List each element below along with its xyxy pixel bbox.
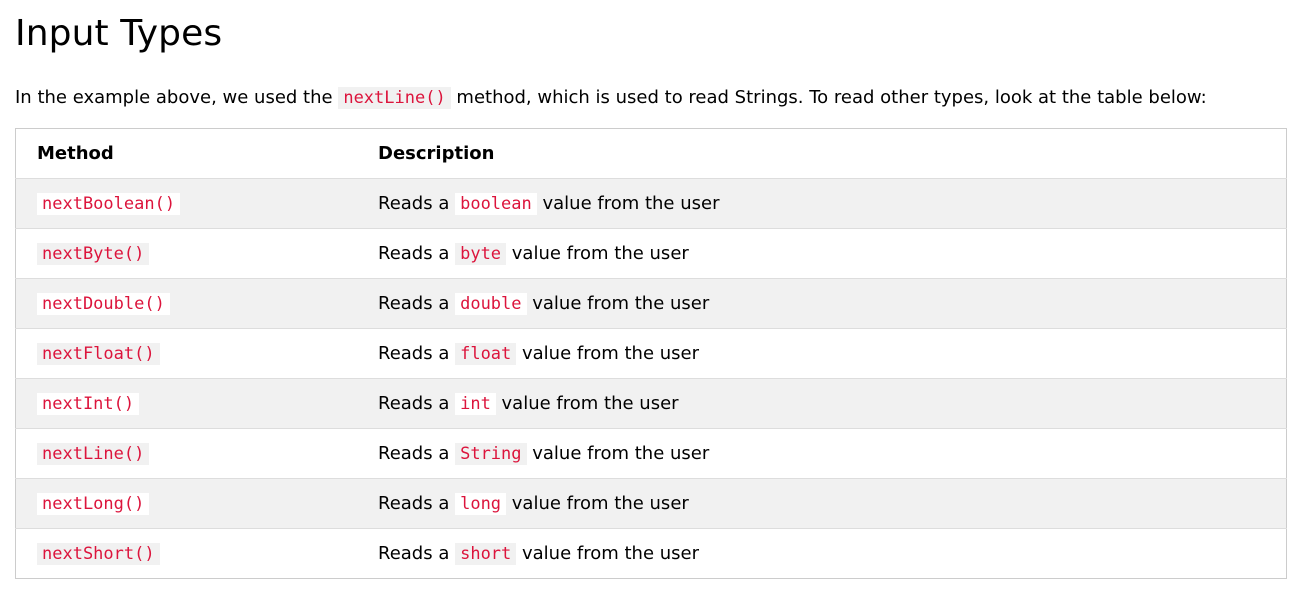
description-prefix: Reads a xyxy=(378,193,456,214)
type-code: short xyxy=(455,543,517,565)
description-suffix: value from the user xyxy=(506,493,689,514)
table-row: nextLong() Reads a long value from the u… xyxy=(15,478,1287,529)
description-prefix: Reads a xyxy=(378,493,456,514)
method-cell: nextBoolean() xyxy=(16,179,358,229)
description-cell: Reads a short value from the user xyxy=(357,529,1287,579)
method-code: nextLong() xyxy=(37,493,150,515)
method-code: nextFloat() xyxy=(37,343,160,365)
table-row: nextBoolean() Reads a boolean value from… xyxy=(15,178,1287,229)
intro-text-after: method, which is used to read Strings. T… xyxy=(450,87,1207,108)
type-code: byte xyxy=(455,243,507,265)
input-types-table: Method Description nextBoolean() Reads a… xyxy=(15,128,1287,579)
description-suffix: value from the user xyxy=(495,393,679,414)
method-code: nextBoolean() xyxy=(37,193,181,215)
description-prefix: Reads a xyxy=(378,543,456,564)
table-row: nextInt() Reads a int value from the use… xyxy=(15,378,1287,429)
description-cell: Reads a long value from the user xyxy=(357,479,1287,529)
description-suffix: value from the user xyxy=(526,443,710,464)
header-method: Method xyxy=(37,143,114,164)
method-cell: nextByte() xyxy=(16,229,358,279)
intro-text-before: In the example above, we used the xyxy=(15,87,339,108)
description-prefix: Reads a xyxy=(378,293,456,314)
page-title: Input Types xyxy=(15,13,223,54)
method-cell: nextDouble() xyxy=(16,279,358,329)
description-suffix: value from the user xyxy=(536,193,720,214)
page: Input Types In the example above, we use… xyxy=(0,0,1316,605)
method-code: nextShort() xyxy=(37,543,160,565)
method-cell: nextInt() xyxy=(16,379,358,429)
method-cell: nextLong() xyxy=(16,479,358,529)
description-suffix: value from the user xyxy=(516,343,700,364)
method-cell: nextLine() xyxy=(16,429,358,479)
description-cell: Reads a byte value from the user xyxy=(357,229,1287,279)
type-code: double xyxy=(455,293,527,315)
method-code: nextByte() xyxy=(37,243,150,265)
method-code: nextInt() xyxy=(37,393,140,415)
description-suffix: value from the user xyxy=(516,543,700,564)
description-prefix: Reads a xyxy=(378,393,456,414)
description-suffix: value from the user xyxy=(506,243,689,264)
header-description: Description xyxy=(378,143,495,164)
table-row: nextFloat() Reads a float value from the… xyxy=(15,328,1287,379)
method-code: nextLine() xyxy=(37,443,150,465)
description-cell: Reads a double value from the user xyxy=(357,279,1287,329)
type-code: boolean xyxy=(455,193,537,215)
table-row: nextDouble() Reads a double value from t… xyxy=(15,278,1287,329)
description-cell: Reads a float value from the user xyxy=(357,329,1287,379)
description-prefix: Reads a xyxy=(378,243,456,264)
type-code: int xyxy=(455,393,496,415)
description-cell: Reads a String value from the user xyxy=(357,429,1287,479)
type-code: float xyxy=(455,343,517,365)
description-prefix: Reads a xyxy=(378,443,456,464)
method-cell: nextFloat() xyxy=(16,329,358,379)
table-row: nextShort() Reads a short value from the… xyxy=(15,528,1287,579)
type-code: String xyxy=(455,443,527,465)
table-header-row: Method Description xyxy=(16,129,1287,179)
description-prefix: Reads a xyxy=(378,343,456,364)
table-row: nextByte() Reads a byte value from the u… xyxy=(15,228,1287,279)
type-code: long xyxy=(455,493,507,515)
table-row: nextLine() Reads a String value from the… xyxy=(15,428,1287,479)
description-suffix: value from the user xyxy=(526,293,710,314)
method-cell: nextShort() xyxy=(16,529,358,579)
method-code: nextDouble() xyxy=(37,293,170,315)
intro-inline-code: nextLine() xyxy=(338,87,451,109)
intro-paragraph: In the example above, we used the nextLi… xyxy=(15,85,1287,111)
description-cell: Reads a boolean value from the user xyxy=(357,179,1287,229)
description-cell: Reads a int value from the user xyxy=(357,379,1287,429)
